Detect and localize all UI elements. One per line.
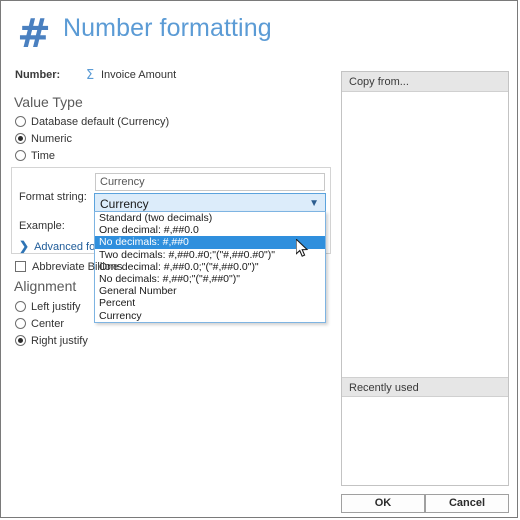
radio-label: Center [31, 318, 65, 330]
cancel-button[interactable]: Cancel [425, 494, 509, 513]
chevron-right-icon: ❯ [19, 239, 30, 253]
radio-label: Numeric [31, 133, 72, 145]
dropdown-item[interactable]: Currency [95, 310, 325, 322]
radio-left-justify[interactable]: Left justify [15, 301, 81, 316]
number-formatting-dialog: # Number formatting Number: Σ Invoice Am… [0, 0, 518, 518]
dialog-header: # Number formatting [1, 1, 517, 63]
example-label: Example: [19, 220, 65, 232]
copy-from-header: Copy from... [342, 72, 508, 92]
radio-label: Database default (Currency) [31, 116, 170, 128]
hash-icon: # [17, 11, 51, 57]
recently-used-header: Recently used [342, 377, 508, 397]
radio-indicator [15, 301, 26, 312]
number-value: Invoice Amount [101, 69, 177, 81]
radio-indicator [15, 318, 26, 329]
format-string-combobox[interactable]: Currency ▼ [94, 193, 326, 213]
dropdown-item[interactable]: One decimal: #,##0.0;"("#,##0.0")" [95, 261, 325, 273]
sigma-icon: Σ [86, 68, 95, 83]
radio-indicator [15, 116, 26, 127]
dropdown-item-highlighted[interactable]: No decimals: #,##0 [95, 236, 325, 249]
alignment-heading: Alignment [14, 278, 77, 294]
ok-button[interactable]: OK [341, 494, 425, 513]
radio-label: Right justify [31, 335, 88, 347]
dropdown-item[interactable]: Percent [95, 297, 325, 309]
page-title: Number formatting [63, 14, 272, 42]
radio-label: Time [31, 150, 56, 162]
dropdown-item[interactable]: No decimals: #,##0;"("#,##0")" [95, 273, 325, 285]
combobox-value: Currency [100, 197, 149, 211]
dropdown-item[interactable]: One decimal: #,##0.0 [95, 224, 325, 236]
radio-indicator [15, 150, 26, 161]
abbreviate-billions-checkbox[interactable]: Abbreviate Billions [15, 261, 123, 276]
format-string-label: Format string: [19, 191, 87, 203]
radio-center[interactable]: Center [15, 318, 64, 333]
format-string-input[interactable]: Currency [95, 173, 325, 191]
checkbox-indicator [15, 261, 26, 272]
format-string-dropdown-list[interactable]: Standard (two decimals) One decimal: #,#… [94, 211, 326, 323]
radio-indicator [15, 133, 26, 144]
radio-indicator [15, 335, 26, 346]
chevron-down-icon[interactable]: ▼ [309, 198, 319, 209]
mouse-cursor-icon [296, 239, 309, 257]
dropdown-item[interactable]: Two decimals: #,##0.#0;"("#,##0.#0")" [95, 249, 325, 261]
copy-from-pane[interactable]: Copy from... Recently used [341, 71, 509, 486]
radio-right-justify[interactable]: Right justify [15, 335, 88, 350]
value-type-heading: Value Type [14, 94, 83, 110]
abbreviate-billions-label: Abbreviate Billions [32, 261, 123, 273]
radio-label: Left justify [31, 301, 81, 313]
dropdown-item[interactable]: Standard (two decimals) [95, 212, 325, 224]
radio-numeric[interactable]: Numeric [15, 133, 72, 148]
radio-database-default[interactable]: Database default (Currency) [15, 116, 169, 131]
radio-time[interactable]: Time [15, 150, 55, 165]
dropdown-item[interactable]: General Number [95, 285, 325, 297]
number-label: Number: [15, 69, 61, 81]
